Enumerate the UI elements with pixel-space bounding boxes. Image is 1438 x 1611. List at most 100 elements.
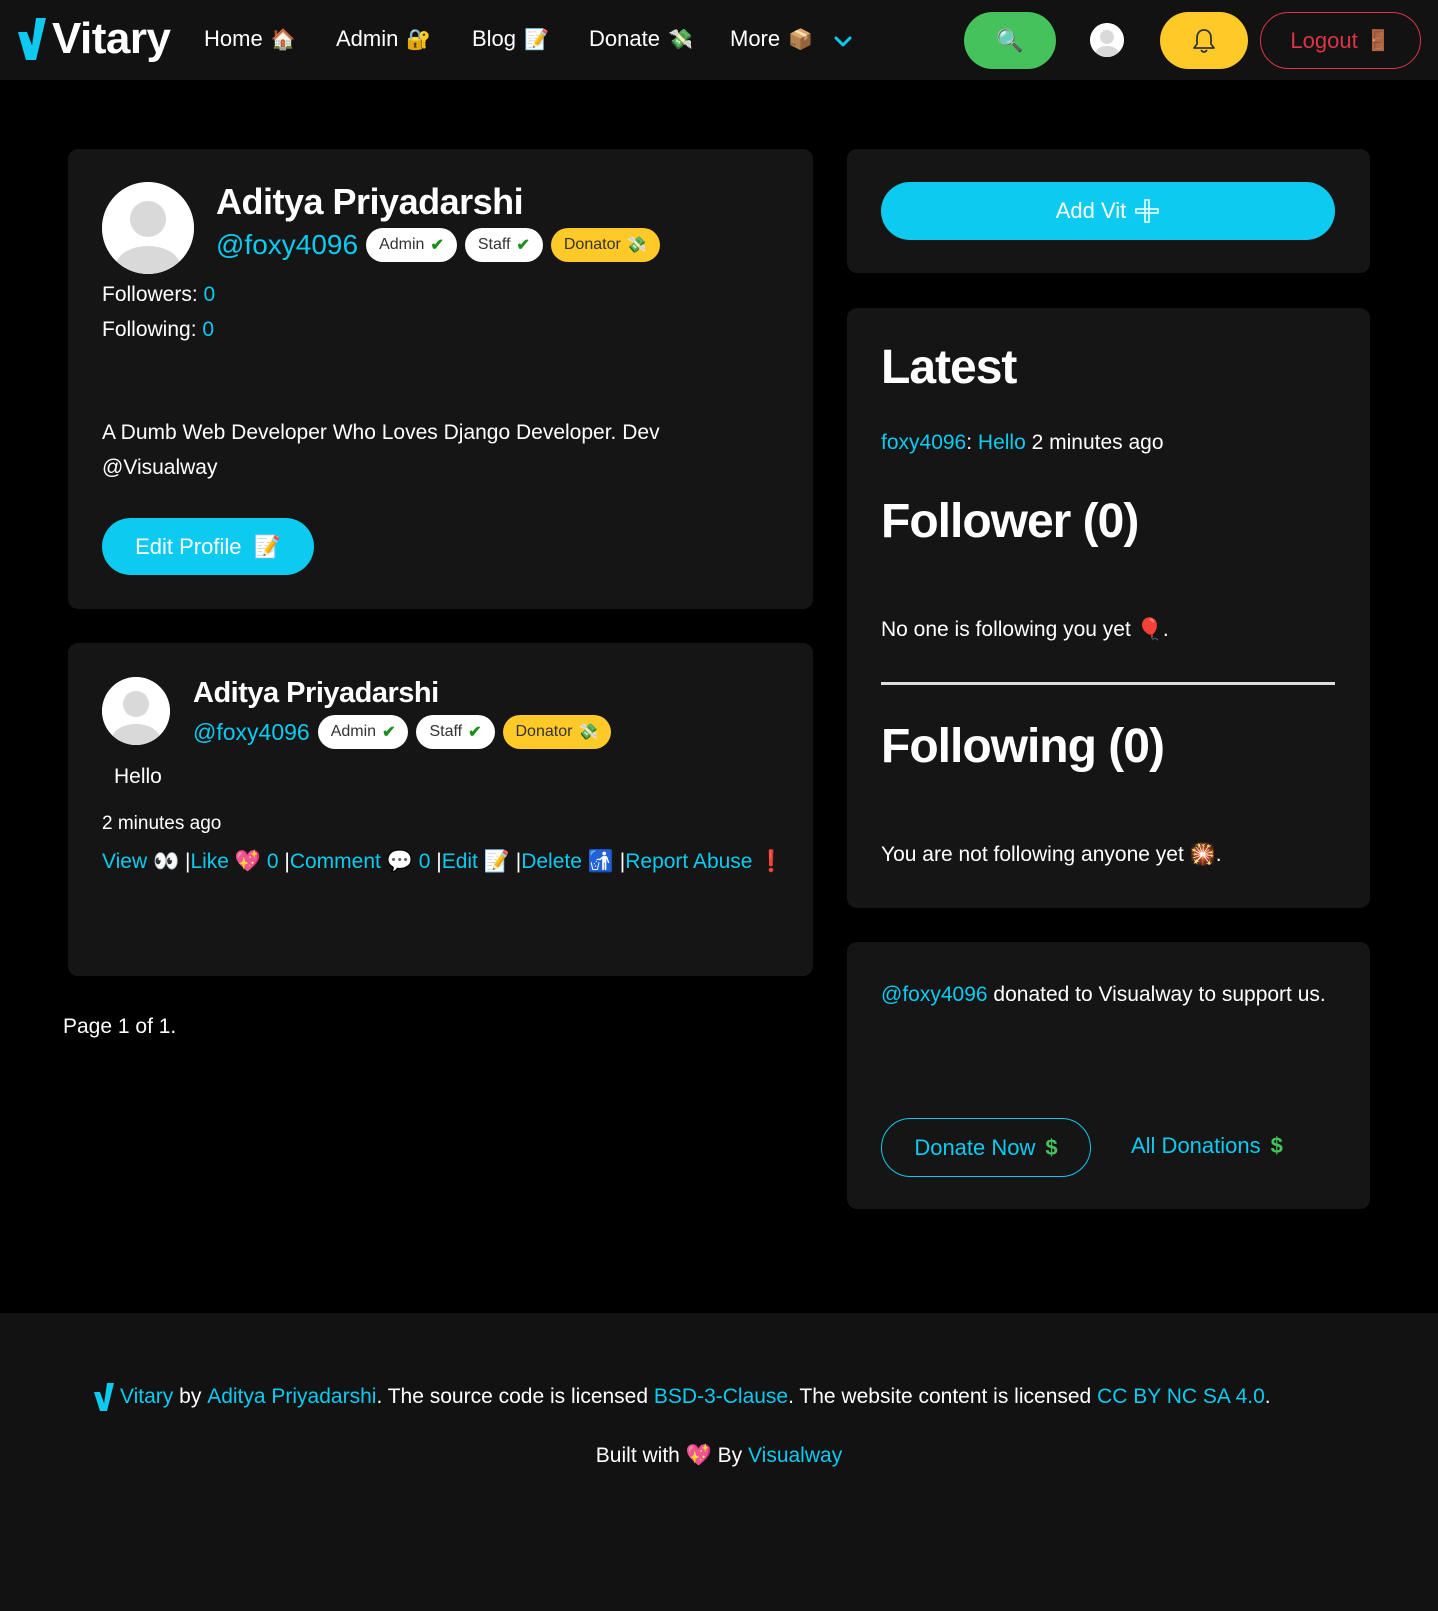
post-content: Hello: [114, 765, 162, 788]
donation-text: donated to Visualway to support: [993, 983, 1292, 1006]
nav-more[interactable]: More 📦: [730, 26, 813, 52]
user-avatar[interactable]: [1090, 23, 1124, 57]
like-link[interactable]: Like 💖 0: [190, 850, 278, 873]
admin-badge: Admin ✔: [366, 228, 457, 262]
sparkler-icon: 🎇: [1189, 843, 1216, 866]
footer-brand-link[interactable]: Vitary: [120, 1385, 173, 1409]
check-icon: ✔: [382, 724, 396, 741]
following-count[interactable]: 0: [202, 318, 214, 341]
default-avatar-icon: [102, 677, 170, 745]
report-abuse-link[interactable]: Report Abuse ❗: [625, 850, 784, 873]
default-avatar-icon: [1090, 23, 1124, 57]
delete-link[interactable]: Delete 🚮: [521, 850, 614, 873]
post-author-name: Aditya Priyadarshi: [193, 677, 439, 709]
logout-label: Logout: [1290, 27, 1358, 53]
post-time: 2 minutes ago: [102, 813, 222, 834]
profile-bio: A Dumb Web Developer Who Loves Django De…: [102, 415, 660, 485]
edit-profile-label: Edit Profile: [135, 533, 242, 559]
nav-donate[interactable]: Donate 💸: [589, 26, 693, 52]
comment-count: 0: [418, 850, 431, 873]
no-following-text: You are not following anyone yet 🎇.: [881, 843, 1222, 867]
footer-by: by: [179, 1385, 202, 1408]
view-label: View: [102, 850, 148, 873]
donor-handle-link[interactable]: @foxy4096: [881, 983, 988, 1006]
edit-link[interactable]: Edit 📝: [442, 850, 510, 873]
bsd-license-link[interactable]: BSD-3-Clause: [654, 1385, 788, 1409]
no-follower-label: No one is following you yet: [881, 618, 1131, 641]
bio-line: A Dumb Web Developer Who Loves Django De…: [102, 421, 660, 444]
profile-handle-row: @foxy4096 Admin ✔ Staff ✔ Donator 💸: [216, 228, 660, 262]
trash-icon: 🚮: [587, 850, 614, 873]
staff-badge: Staff ✔: [464, 228, 543, 262]
followers-count[interactable]: 0: [204, 283, 216, 306]
following-stat: Following: 0: [102, 318, 214, 342]
footer-end: .: [1264, 1385, 1271, 1408]
bell-icon: [1193, 28, 1215, 53]
footer-license-line: Vitary by Aditya Priyadarshi. The source…: [94, 1383, 1271, 1411]
dollar-icon: $: [1270, 1133, 1283, 1158]
nav-donate-label: Donate: [589, 26, 660, 51]
footer-built-with-line: Built with 💖 By Visualway: [0, 1444, 1438, 1468]
post-card: [68, 643, 813, 976]
dollar-icon: $: [1045, 1134, 1058, 1160]
footer-author-link[interactable]: Aditya Priyadarshi: [207, 1385, 376, 1409]
search-button[interactable]: 🔍: [964, 12, 1056, 69]
money-wings-icon: 💸: [626, 237, 647, 254]
edit-profile-button[interactable]: Edit Profile 📝: [102, 518, 314, 575]
nav-admin[interactable]: Admin 🔐: [336, 26, 431, 52]
staff-badge-label: Staff: [429, 723, 463, 740]
exclamation-icon: ❗: [758, 850, 785, 873]
latest-title: Latest: [881, 341, 1017, 394]
post-avatar: [102, 677, 170, 745]
donation-text-end: us.: [1297, 983, 1326, 1006]
latest-item: foxy4096: Hello 2 minutes ago: [881, 431, 1164, 455]
admin-badge: Admin ✔: [317, 715, 409, 749]
navbar: Vitary Home 🏠 Admin 🔐 Blog 📝 Donate 💸 Mo…: [0, 0, 1438, 80]
lock-icon: 🔐: [406, 28, 432, 51]
following-label: Following:: [102, 318, 197, 341]
post-handle-row: @foxy4096 Admin ✔ Staff ✔ Donator 💸: [193, 715, 612, 749]
balloon-icon: 🎈: [1136, 618, 1163, 641]
heart-icon: 💖: [685, 1444, 712, 1467]
period: .: [1162, 618, 1169, 641]
donation-message: @foxy4096 donated to Visualway to suppor…: [881, 978, 1351, 1012]
vitary-logo-icon: [94, 1383, 114, 1411]
nav-blog[interactable]: Blog 📝: [472, 26, 549, 52]
chevron-down-icon[interactable]: [832, 30, 854, 52]
latest-user-link[interactable]: foxy4096: [881, 431, 966, 454]
plus-icon: [1135, 199, 1160, 223]
brand-link[interactable]: Vitary: [18, 14, 171, 64]
notifications-button[interactable]: [1160, 12, 1248, 69]
delete-label: Delete: [521, 850, 582, 873]
memo-icon: 📝: [524, 28, 549, 51]
post-author-handle[interactable]: @foxy4096: [193, 719, 310, 746]
donate-now-button[interactable]: Donate Now $: [881, 1118, 1091, 1177]
memo-icon: 📝: [483, 850, 510, 873]
comment-link[interactable]: Comment 💬 0: [290, 850, 431, 873]
donator-badge: Donator 💸: [550, 228, 660, 262]
staff-badge: Staff ✔: [416, 715, 495, 749]
logout-button[interactable]: Logout 🚪: [1260, 12, 1421, 69]
vitary-logo-icon: [18, 18, 46, 60]
magnifier-icon: 🔍: [996, 27, 1024, 53]
heart-icon: 💖: [234, 850, 261, 873]
donator-badge-label: Donator: [515, 723, 573, 740]
latest-vit-link[interactable]: Hello: [978, 431, 1026, 454]
add-vit-button[interactable]: Add Vit: [881, 182, 1335, 240]
cc-license-link[interactable]: CC BY NC SA 4.0: [1097, 1385, 1265, 1409]
nav-home[interactable]: Home 🏠: [204, 26, 296, 52]
all-donations-label: All Donations: [1131, 1133, 1261, 1158]
profile-handle[interactable]: @foxy4096: [216, 229, 358, 261]
view-link[interactable]: View 👀: [102, 850, 179, 873]
report-label: Report: [625, 850, 689, 873]
period: .: [1215, 843, 1222, 866]
package-icon: 📦: [788, 28, 814, 51]
eyes-icon: 👀: [152, 850, 180, 873]
check-icon: ✔: [430, 237, 444, 254]
pagination-text: Page 1 of 1.: [63, 1015, 177, 1038]
brand-name: Vitary: [52, 14, 171, 63]
all-donations-link[interactable]: All Donations $: [1131, 1133, 1283, 1159]
visualway-link[interactable]: Visualway: [748, 1444, 842, 1467]
money-wings-icon: 💸: [578, 724, 599, 741]
door-icon: 🚪: [1365, 30, 1391, 52]
